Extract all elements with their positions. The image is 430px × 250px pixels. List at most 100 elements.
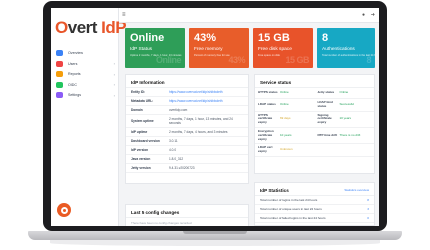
laptop-shadow [50,240,380,246]
sidebar-item-label: OIDC [68,82,77,87]
info-row: System uptime 2 months, 7 days, 1 hour, 1… [126,115,248,128]
stat-value: 43% [194,32,217,44]
stat-subtext: Total number of authentications in the l… [322,54,375,57]
help-button[interactable] [57,203,71,217]
info-value: 4.0.0 [169,148,177,152]
stats-value: 3 [367,207,369,211]
oidc-icon [56,81,63,88]
statistics-overview-link[interactable]: Statistics overview [344,188,369,192]
dashboard-icon [56,50,63,56]
chevron-right-icon: › [113,61,115,66]
stat-watermark: 8 [366,55,371,65]
info-row: Dashboard version 3.0.11 [126,137,248,146]
sidebar-item-overview[interactable]: Overview [51,48,119,58]
logo-o: O [55,18,68,37]
info-value: 2 months, 7 days, 1 hour, 13 minutes, an… [169,117,233,125]
status-key: NTP time drift [317,132,338,137]
status-value: Successful [339,101,355,106]
logout-icon[interactable]: ➜ [371,12,375,18]
status-row: HTTPS status Online [255,88,315,99]
info-value: 1.8.0_312 [169,157,184,161]
user-icon[interactable]: ● [362,12,365,18]
status-key: LDAP bind status [317,100,333,108]
hamburger-menu-icon[interactable]: ≡ [122,12,126,18]
metadata-url-link[interactable]: https://www.overvat.net/idp/shibboleth [169,99,243,103]
sidebar-item-label: Reports [68,72,81,76]
stat-label: Free memory [194,47,223,52]
stat-value: Online [130,32,165,44]
status-row: NTP time drift There is no drift [314,128,374,145]
status-row: HTTPS certificate expiry 69 days [255,112,315,128]
settings-icon [56,92,63,98]
status-row: LDAP status Online [255,99,315,112]
sidebar-item-oidc[interactable]: OIDC › [51,80,119,90]
config-changes-panel: Last 5 config changes There have been no… [125,204,249,226]
service-status-panel: Service status HTTPS status Online Jetty … [254,74,375,174]
info-row: IdP uptime 2 months, 7 days, 4 hours, and… [126,128,248,137]
status-row: Encryption certificate expiry 10 years [255,128,315,145]
info-key: IdP version [131,148,149,152]
top-bar: ≡ ● ➜ [119,8,379,23]
status-key: LDAP status [258,101,276,106]
stat-card-free-disk: 15 GB Free disk space Free space on disk… [253,28,313,68]
stats-row: Total number of logins in the last 24 ho… [255,196,374,205]
sidebar-item-settings[interactable]: Settings › [51,90,119,100]
stat-label: Free disk space [258,47,292,52]
logo-vert: vert [67,18,98,37]
status-key: Signing certificate expiry [317,112,332,125]
status-value: Unknown [280,147,293,152]
status-key: Jetty status [317,90,335,95]
status-value: 10 years [339,116,352,121]
status-value: There is no drift [339,132,361,137]
sidebar-item-reports[interactable]: Reports › [51,69,119,79]
stats-label: Total number of unique users in last 24 … [260,207,322,211]
sidebar-nav: Overview Users › Reports › OIDC › Settin… [51,48,119,101]
stats-value: 0 [367,216,369,220]
idp-statistics-panel: IdP Statistics Statistics overview Total… [254,182,375,226]
panel-title: Service status [255,75,374,88]
info-row: Domain overtidp.com [126,106,248,115]
info-key: Domain [131,108,143,112]
status-value: 10 years [280,132,292,137]
panel-title: IdP Information [126,75,248,88]
status-key: HTTPS certificate expiry [258,112,273,125]
info-row: Entity ID: https://www.overvat.net/idp/sh… [126,88,248,97]
sidebar-item-users[interactable]: Users › [51,59,119,69]
stat-card-authentications: 8 Authentications Total number of authen… [317,28,375,68]
panel-title: Last 5 config changes [126,205,248,218]
info-key: Entity ID: [131,90,145,94]
dashboard-screen: Overt IdP Overview Users › Reports › OID… [51,8,379,226]
info-value: 3.0.11 [169,139,178,143]
config-changes-empty: There have been no config changes record… [131,221,192,225]
status-row: LDAP cert expiry Unknown [255,144,315,157]
service-status-grid: HTTPS status Online Jetty status Online LD… [255,88,374,157]
stat-card-idp-status: Online IdP Status Uptime 2 months, 7 day… [125,28,185,68]
sidebar: Overt IdP Overview Users › Reports › OID… [51,8,127,226]
app-logo[interactable]: Overt IdP [55,18,127,38]
status-value: 69 days [280,116,291,121]
sidebar-item-label: Settings [68,93,81,97]
entity-id-link[interactable]: https://www.overvat.net/idp/shibboleth [169,90,243,94]
status-row: LDAP bind status Successful [314,99,374,112]
chevron-right-icon: › [113,71,115,77]
status-key: Encryption certificate expiry [258,128,274,141]
status-row: Signing certificate expiry 10 years [314,112,374,128]
stat-watermark: 15 GB [285,55,309,65]
stats-value: 8 [367,198,369,202]
info-key: Java version [131,157,151,161]
status-row: Jetty status Online [314,88,374,99]
status-key: HTTPS status [258,90,278,95]
panel-title: IdP Statistics [260,187,289,193]
stat-watermark: Online [155,55,182,65]
info-row: Java version 1.8.0_312 [126,155,248,164]
info-value: 9.4.31.v20200723 [169,166,195,170]
info-row: Jetty version 9.4.31.v20200723 [126,164,248,173]
stat-value: 15 GB [258,32,290,44]
stats-label: Total number of logins in the last 24 ho… [260,198,318,202]
info-value: 2 months, 7 days, 4 hours, and 3 minutes [169,130,228,134]
info-key: Metadata URL: [131,99,154,103]
stat-label: IdP Status [130,47,153,52]
status-value: Online [280,101,289,106]
status-key: LDAP cert expiry [258,145,273,154]
info-key: IdP uptime [131,130,148,134]
